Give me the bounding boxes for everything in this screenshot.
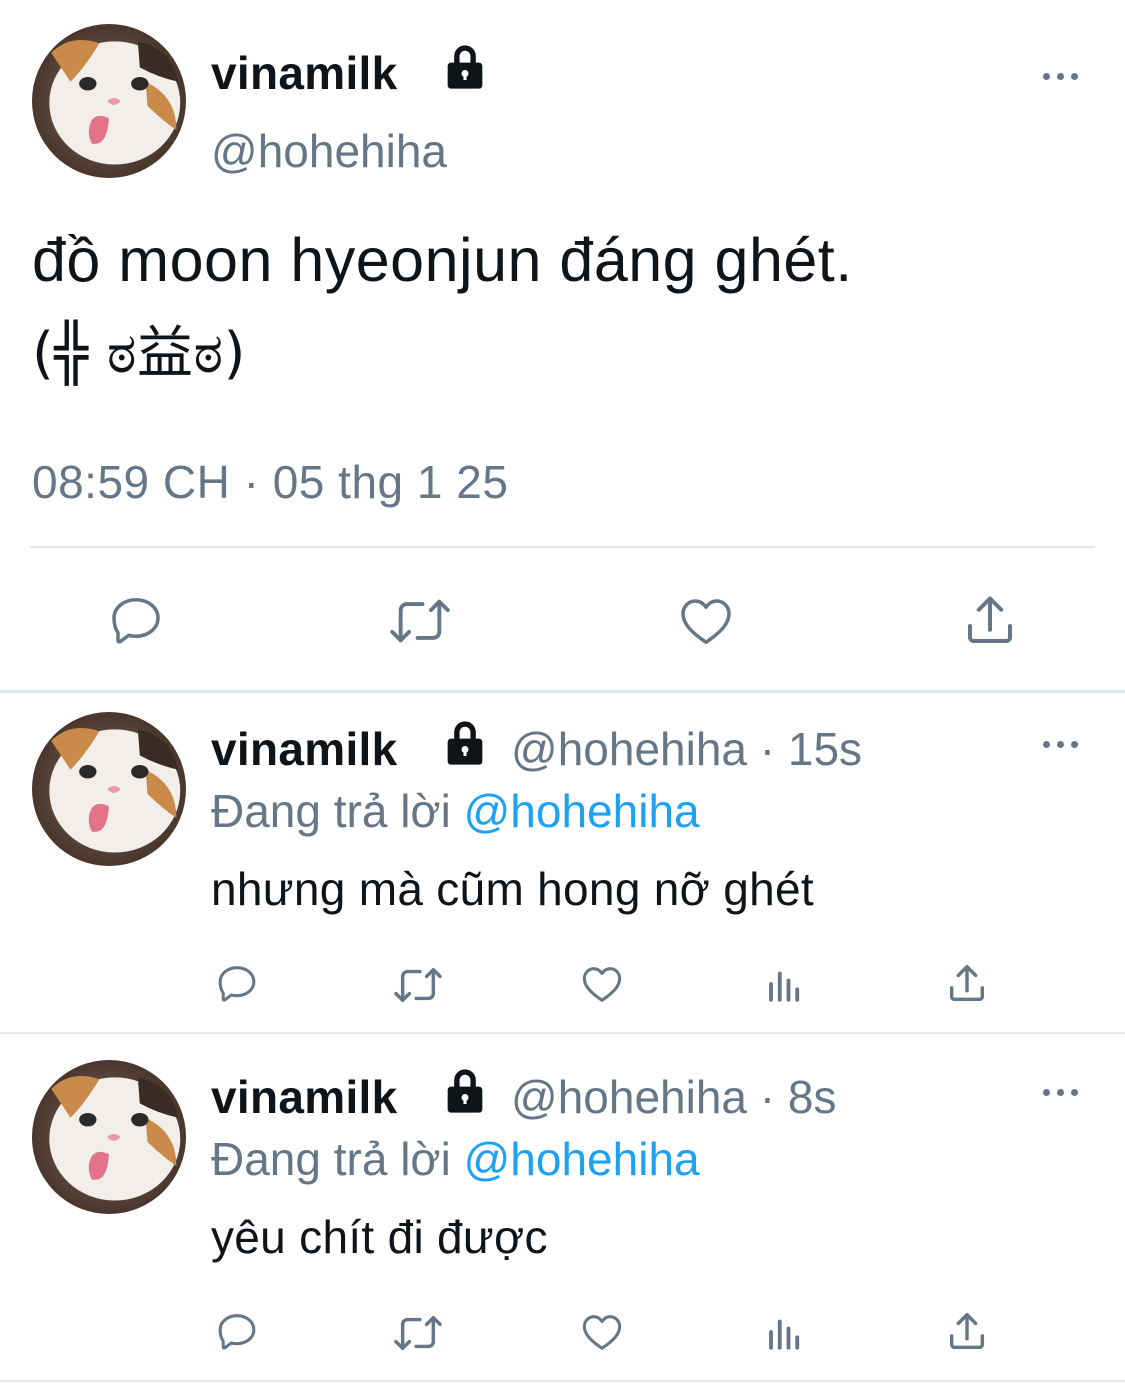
- replying-to-label: Đang trả lời: [211, 785, 451, 837]
- reply-text: nhưng mà cũm hong nỡ ghét: [211, 863, 814, 915]
- mention-link[interactable]: @hohehiha: [464, 785, 700, 837]
- tweet-text-line1: đồ moon hyeonjun đáng ghét.: [32, 226, 853, 294]
- retweet-icon[interactable]: [391, 962, 445, 1008]
- like-icon[interactable]: [579, 961, 625, 1007]
- more-icon[interactable]: [1041, 734, 1081, 754]
- retweet-icon[interactable]: [386, 592, 454, 650]
- display-name[interactable]: vinamilk: [211, 1074, 398, 1120]
- replying-to-label: Đang trả lời: [211, 1133, 451, 1185]
- display-name[interactable]: vinamilk: [211, 726, 398, 772]
- handle-timestamp[interactable]: @hohehiha · 15s: [511, 726, 862, 772]
- reply-icon[interactable]: [214, 1309, 260, 1355]
- share-icon[interactable]: [944, 961, 990, 1007]
- mention-link[interactable]: @hohehiha: [464, 1133, 700, 1185]
- divider: [30, 546, 1095, 548]
- replying-to: Đang trả lời @hohehiha: [211, 788, 700, 834]
- divider: [0, 1380, 1125, 1382]
- reply-icon[interactable]: [214, 961, 260, 1007]
- display-name[interactable]: vinamilk: [211, 50, 398, 96]
- share-icon[interactable]: [944, 1309, 990, 1355]
- replying-to: Đang trả lời @hohehiha: [211, 1136, 700, 1182]
- more-icon[interactable]: [1041, 1082, 1081, 1102]
- tweet-text-line2: (╬ ಠ益ಠ): [32, 321, 246, 386]
- handle[interactable]: @hohehiha: [211, 128, 447, 174]
- analytics-icon[interactable]: [764, 1311, 806, 1353]
- tweet-timestamp[interactable]: 08:59 CH · 05 thg 1 25: [32, 455, 508, 509]
- reply-text: yêu chít đi được: [211, 1211, 548, 1263]
- more-icon[interactable]: [1041, 66, 1081, 86]
- lock-icon: [447, 45, 483, 89]
- avatar[interactable]: [32, 24, 186, 178]
- divider: [0, 690, 1125, 693]
- like-icon[interactable]: [579, 1309, 625, 1355]
- retweet-icon[interactable]: [391, 1310, 445, 1356]
- handle-timestamp[interactable]: @hohehiha · 8s: [511, 1074, 836, 1120]
- avatar[interactable]: [32, 1060, 186, 1214]
- lock-icon: [447, 1069, 483, 1113]
- reply-icon[interactable]: [106, 591, 166, 651]
- avatar[interactable]: [32, 712, 186, 866]
- divider: [0, 1032, 1125, 1034]
- lock-icon: [447, 721, 483, 765]
- share-icon[interactable]: [960, 591, 1020, 651]
- analytics-icon[interactable]: [764, 963, 806, 1005]
- like-icon[interactable]: [676, 591, 736, 651]
